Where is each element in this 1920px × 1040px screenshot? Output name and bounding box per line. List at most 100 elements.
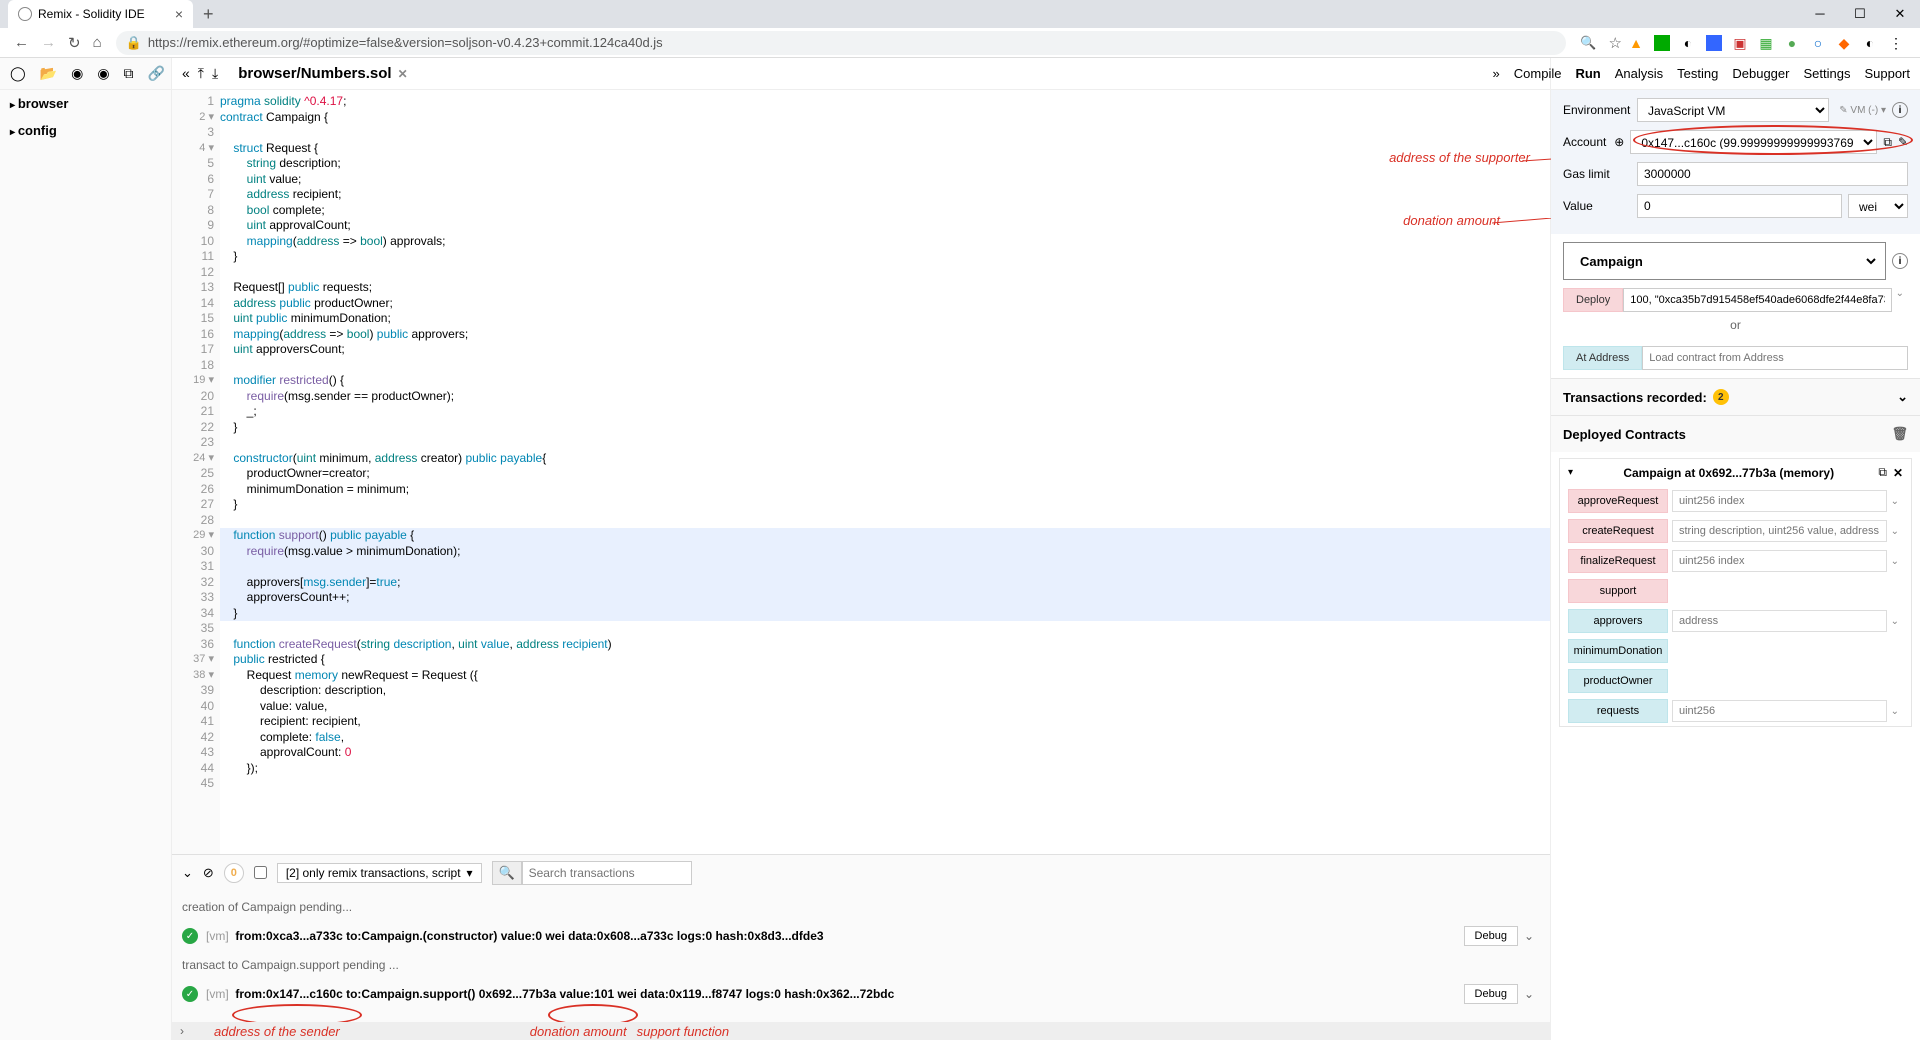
- ext-icon[interactable]: ●: [1784, 35, 1800, 51]
- at-address-button[interactable]: At Address: [1563, 346, 1642, 370]
- window-controls: ─ ☐ ✕: [1800, 6, 1920, 22]
- contract-select[interactable]: Campaign: [1570, 249, 1879, 273]
- minimize-icon[interactable]: ─: [1800, 6, 1840, 22]
- trash-icon[interactable]: 🗑: [1891, 426, 1908, 442]
- debug-button[interactable]: Debug: [1464, 984, 1518, 1004]
- edit-icon[interactable]: ✎: [1898, 135, 1908, 149]
- annot-donation2: donation amount: [530, 1024, 627, 1039]
- tab-close-icon[interactable]: ×: [175, 6, 183, 22]
- tree-folder-config[interactable]: config: [0, 117, 171, 144]
- file-tab-close-icon[interactable]: ✕: [398, 67, 408, 81]
- fn-button-createRequest[interactable]: createRequest: [1568, 519, 1668, 543]
- instance-header[interactable]: ▾ Campaign at 0x692...77b3a (memory) ⧉ ✕: [1560, 459, 1911, 486]
- ext-icon[interactable]: [1706, 35, 1722, 51]
- menu-icon[interactable]: ⋮: [1888, 35, 1904, 51]
- code-editor[interactable]: 12 ▾34 ▾5678910111213141516171819 ▾20212…: [172, 90, 1550, 854]
- forward-button[interactable]: →: [35, 34, 62, 51]
- url-bar[interactable]: 🔒 https://remix.ethereum.org/#optimize=f…: [116, 31, 1567, 55]
- fn-button-approveRequest[interactable]: approveRequest: [1568, 489, 1668, 513]
- listen-checkbox[interactable]: [254, 866, 267, 879]
- terminal-prompt-icon[interactable]: ›: [180, 1024, 184, 1038]
- link-icon[interactable]: 🔗: [148, 65, 165, 82]
- fn-button-support[interactable]: support: [1568, 579, 1668, 603]
- tx-recorded-header[interactable]: Transactions recorded: 2 ⌄: [1551, 378, 1920, 415]
- ext-icon[interactable]: ◐: [1680, 35, 1696, 51]
- deploy-button[interactable]: Deploy: [1563, 288, 1623, 312]
- ext-icon[interactable]: ◆: [1836, 35, 1852, 51]
- clear-icon[interactable]: ⊘: [203, 865, 214, 881]
- deploy-args-input[interactable]: [1623, 288, 1891, 312]
- info-icon[interactable]: i: [1892, 102, 1908, 118]
- ext-icon[interactable]: ○: [1810, 35, 1826, 51]
- tab-run[interactable]: Run: [1575, 66, 1600, 81]
- star-icon[interactable]: ☆: [1603, 34, 1628, 52]
- fn-button-minimumDonation[interactable]: minimumDonation: [1568, 639, 1668, 663]
- ext-icon[interactable]: ▦: [1758, 35, 1774, 51]
- tab-testing[interactable]: Testing: [1677, 66, 1718, 81]
- tab-analysis[interactable]: Analysis: [1615, 66, 1663, 81]
- maximize-icon[interactable]: ☐: [1840, 6, 1880, 22]
- expand-icon[interactable]: ⌄: [1892, 288, 1908, 312]
- fn-button-approvers[interactable]: approvers: [1568, 609, 1668, 633]
- new-tab-button[interactable]: +: [193, 4, 224, 25]
- expand-icon[interactable]: ⌄: [1887, 616, 1903, 627]
- copy-icon[interactable]: ⧉: [1883, 135, 1892, 150]
- search-icon[interactable]: 🔍: [492, 861, 522, 885]
- ext-icon[interactable]: ▣: [1732, 35, 1748, 51]
- home-button[interactable]: ⌂: [87, 34, 108, 51]
- fn-button-finalizeRequest[interactable]: finalizeRequest: [1568, 549, 1668, 573]
- expand-icon[interactable]: ⌄: [1887, 706, 1903, 717]
- upload-icon[interactable]: ⤒: [198, 65, 204, 82]
- account-add-icon[interactable]: ⊕: [1614, 135, 1624, 149]
- collapse-icon[interactable]: «: [182, 65, 190, 82]
- fn-button-requests[interactable]: requests: [1568, 699, 1668, 723]
- copy-icon[interactable]: ⧉: [124, 65, 134, 82]
- terminal-output[interactable]: creation of Campaign pending...✓[vm] fro…: [172, 890, 1550, 1040]
- info-icon[interactable]: i: [1892, 253, 1908, 269]
- download-icon[interactable]: ⤓: [212, 65, 218, 82]
- code-area[interactable]: pragma solidity ^0.4.17;contract Campaig…: [220, 90, 1550, 854]
- tx-filter-dropdown[interactable]: [2] only remix transactions, script▾: [277, 863, 482, 883]
- ext-icon[interactable]: ◐: [1862, 35, 1878, 51]
- copy-icon[interactable]: ⧉: [1878, 465, 1887, 480]
- browser-tab[interactable]: Remix - Solidity IDE ×: [8, 0, 193, 28]
- ext-icon[interactable]: ▲: [1628, 35, 1644, 51]
- reload-button[interactable]: ↻: [62, 34, 87, 52]
- value-input[interactable]: [1637, 194, 1842, 218]
- expand-icon[interactable]: ⌄: [1887, 496, 1903, 507]
- debug-button[interactable]: Debug: [1464, 926, 1518, 946]
- fn-button-productOwner[interactable]: productOwner: [1568, 669, 1668, 693]
- fn-input[interactable]: [1672, 610, 1887, 632]
- expand-icon[interactable]: ⌄: [1887, 526, 1903, 537]
- expand-icon[interactable]: ⌄: [182, 865, 193, 881]
- terminal-search-input[interactable]: [522, 861, 692, 885]
- close-icon[interactable]: ✕: [1893, 466, 1903, 480]
- open-icon[interactable]: 📂: [40, 65, 57, 82]
- tree-folder-browser[interactable]: browser: [0, 90, 171, 117]
- fn-input[interactable]: [1672, 550, 1887, 572]
- github-icon[interactable]: ◉: [71, 65, 83, 82]
- fn-input[interactable]: [1672, 700, 1887, 722]
- new-file-icon[interactable]: ◯: [10, 65, 26, 82]
- chevron-down-icon[interactable]: ⌄: [1897, 389, 1908, 405]
- back-button[interactable]: ←: [8, 34, 35, 51]
- expand-icon[interactable]: ⌄: [1887, 556, 1903, 567]
- tab-debugger[interactable]: Debugger: [1732, 66, 1789, 81]
- function-row: finalizeRequest ⌄: [1560, 546, 1911, 576]
- expand-icon[interactable]: ⌄: [1518, 987, 1540, 1001]
- fn-input[interactable]: [1672, 520, 1887, 542]
- zoom-icon[interactable]: 🔍: [1574, 35, 1602, 51]
- close-icon[interactable]: ✕: [1880, 6, 1920, 22]
- file-tab[interactable]: browser/Numbers.sol ✕: [228, 61, 417, 86]
- github-icon[interactable]: ◉: [97, 65, 109, 82]
- account-select[interactable]: 0x147...c160c (99.99999999999993769: [1630, 130, 1877, 154]
- ext-icon[interactable]: [1654, 35, 1670, 51]
- at-address-input[interactable]: [1642, 346, 1908, 370]
- expand-icon[interactable]: ⌄: [1518, 929, 1540, 943]
- gas-input[interactable]: [1637, 162, 1908, 186]
- tab-settings[interactable]: Settings: [1803, 66, 1850, 81]
- env-select[interactable]: JavaScript VM: [1637, 98, 1829, 122]
- value-unit-select[interactable]: wei: [1848, 194, 1908, 218]
- fn-input[interactable]: [1672, 490, 1887, 512]
- tab-support[interactable]: Support: [1864, 66, 1910, 81]
